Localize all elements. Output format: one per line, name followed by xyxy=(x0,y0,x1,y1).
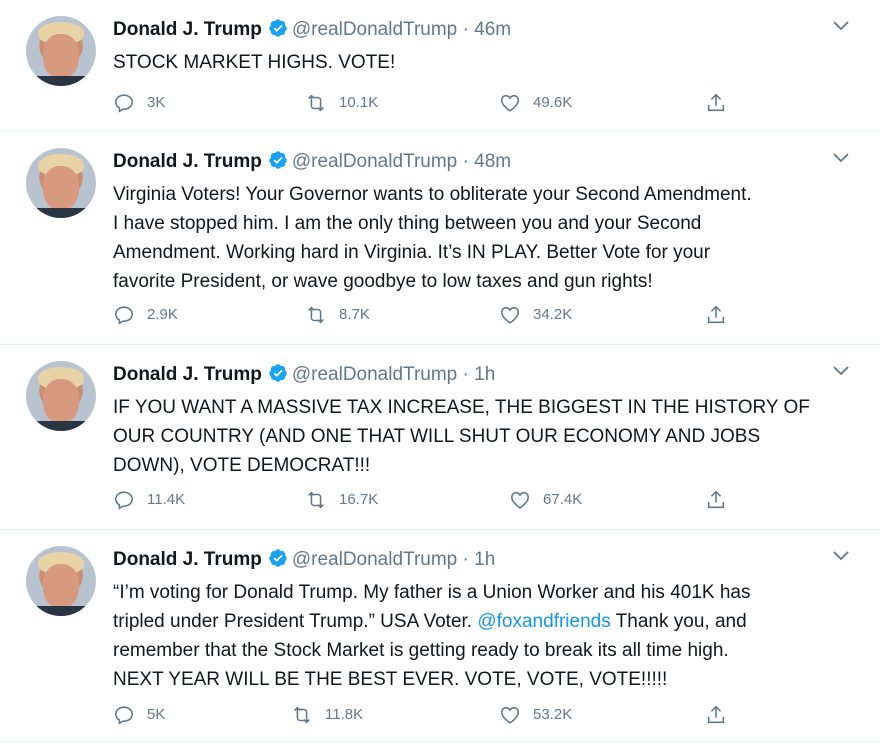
timestamp[interactable]: 1h xyxy=(474,364,495,385)
retweet-count: 8.7K xyxy=(339,306,370,323)
display-name[interactable]: Donald J. Trump xyxy=(113,151,262,172)
chevron-down-icon[interactable] xyxy=(832,365,850,377)
tweet-header: Donald J. Trump @realDonaldTrump · 46m xyxy=(113,18,511,42)
reply-icon xyxy=(114,306,134,325)
tweet-header: Donald J. Trump @realDonaldTrump · 1h xyxy=(113,363,495,387)
verified-badge-icon xyxy=(269,151,287,169)
timestamp[interactable]: 46m xyxy=(474,19,511,40)
share-icon xyxy=(707,705,725,724)
tweet[interactable]: Donald J. Trump @realDonaldTrump · 48m Vi… xyxy=(0,132,880,345)
reply-count: 2.9K xyxy=(147,306,178,323)
retweet-icon xyxy=(308,491,324,509)
retweet-count: 11.8K xyxy=(325,706,364,723)
like-count: 53.2K xyxy=(533,706,573,723)
separator: · xyxy=(462,19,469,40)
share-icon xyxy=(707,305,725,324)
tweet[interactable]: Donald J. Trump @realDonaldTrump · 1h IF … xyxy=(0,345,880,530)
heart-icon xyxy=(510,491,530,509)
heart-icon xyxy=(500,94,520,112)
handle[interactable]: @realDonaldTrump xyxy=(292,364,457,385)
retweet-icon xyxy=(308,306,324,324)
tweet-text: “I’m voting for Donald Trump. My father … xyxy=(113,578,853,694)
mention-link[interactable]: @foxandfriends xyxy=(477,611,610,632)
chevron-down-icon[interactable] xyxy=(832,20,850,32)
display-name[interactable]: Donald J. Trump xyxy=(113,549,262,570)
heart-icon xyxy=(500,706,520,724)
reply-icon xyxy=(114,491,134,510)
separator: · xyxy=(462,549,469,570)
reply-count: 5K xyxy=(147,706,166,723)
display-name[interactable]: Donald J. Trump xyxy=(113,19,262,40)
handle[interactable]: @realDonaldTrump xyxy=(292,19,457,40)
display-name[interactable]: Donald J. Trump xyxy=(113,364,262,385)
like-button[interactable]: 53.2K xyxy=(499,704,572,726)
tweet[interactable]: Donald J. Trump @realDonaldTrump · 1h “I’… xyxy=(0,530,880,742)
retweet-count: 10.1K xyxy=(339,94,379,111)
retweet-button[interactable]: 11.8K xyxy=(291,704,363,726)
tweet-text: Virginia Voters! Your Governor wants to … xyxy=(113,184,752,292)
chevron-down-icon[interactable] xyxy=(832,152,850,164)
reply-button[interactable]: 11.4K xyxy=(113,489,185,511)
heart-icon xyxy=(500,306,520,324)
handle[interactable]: @realDonaldTrump xyxy=(292,549,457,570)
reply-button[interactable]: 2.9K xyxy=(113,304,178,326)
share-icon xyxy=(707,93,725,112)
retweet-icon xyxy=(294,706,310,724)
like-button[interactable]: 67.4K xyxy=(509,489,582,511)
avatar[interactable] xyxy=(26,361,96,431)
verified-badge-icon xyxy=(269,364,287,382)
share-button[interactable] xyxy=(705,304,739,326)
avatar[interactable] xyxy=(26,546,96,616)
chevron-down-icon[interactable] xyxy=(832,550,850,562)
retweet-button[interactable]: 8.7K xyxy=(305,304,370,326)
share-button[interactable] xyxy=(705,489,739,511)
reply-count: 3K xyxy=(147,94,166,111)
like-button[interactable]: 34.2K xyxy=(499,304,572,326)
reply-button[interactable]: 3K xyxy=(113,92,165,114)
timestamp[interactable]: 1h xyxy=(474,549,495,570)
reply-icon xyxy=(114,706,134,725)
avatar[interactable] xyxy=(26,148,96,218)
like-button[interactable]: 49.6K xyxy=(499,92,572,114)
share-icon xyxy=(707,490,725,509)
handle[interactable]: @realDonaldTrump xyxy=(292,151,457,172)
reply-icon xyxy=(114,94,134,113)
tweet-feed: Donald J. Trump @realDonaldTrump · 46m ST… xyxy=(0,0,880,746)
tweet-header: Donald J. Trump @realDonaldTrump · 1h xyxy=(113,548,495,572)
like-count: 49.6K xyxy=(533,94,573,111)
separator: · xyxy=(462,151,469,172)
reply-count: 11.4K xyxy=(147,491,186,508)
separator: · xyxy=(462,364,469,385)
retweet-button[interactable]: 16.7K xyxy=(305,489,378,511)
tweet-text: STOCK MARKET HIGHS. VOTE! xyxy=(113,52,396,73)
retweet-count: 16.7K xyxy=(339,491,379,508)
like-count: 34.2K xyxy=(533,306,573,323)
timestamp[interactable]: 48m xyxy=(474,151,511,172)
verified-badge-icon xyxy=(269,549,287,567)
tweet-text: IF YOU WANT A MASSIVE TAX INCREASE, THE … xyxy=(113,397,810,476)
like-count: 67.4K xyxy=(543,491,583,508)
tweet-header: Donald J. Trump @realDonaldTrump · 48m xyxy=(113,150,511,174)
retweet-icon xyxy=(308,94,324,112)
tweet[interactable]: Donald J. Trump @realDonaldTrump · 46m ST… xyxy=(0,0,880,132)
reply-button[interactable]: 5K xyxy=(113,704,165,726)
share-button[interactable] xyxy=(705,704,739,726)
verified-badge-icon xyxy=(269,19,287,37)
share-button[interactable] xyxy=(705,92,739,114)
retweet-button[interactable]: 10.1K xyxy=(305,92,378,114)
avatar[interactable] xyxy=(26,16,96,86)
